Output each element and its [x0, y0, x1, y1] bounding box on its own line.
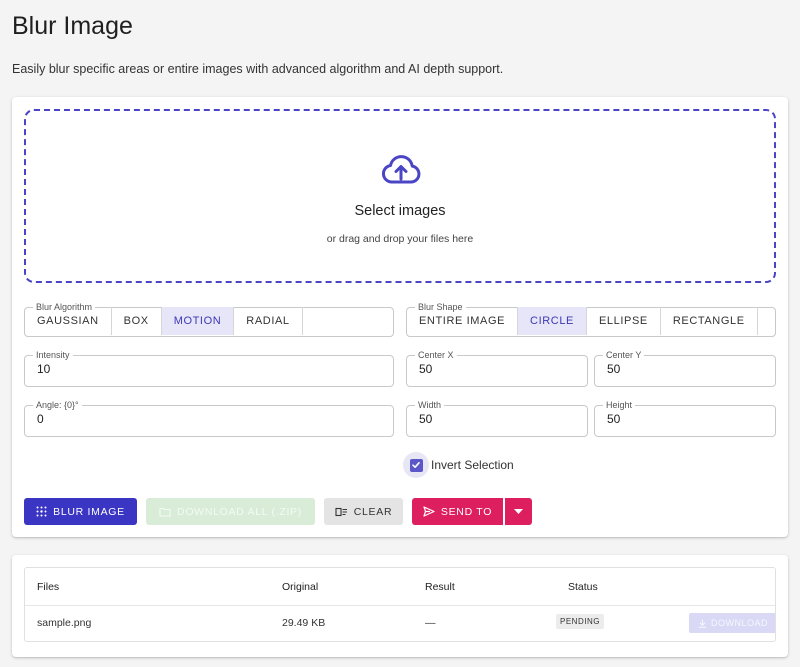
algorithm-option-box[interactable]: BOX: [112, 307, 162, 335]
header-original: Original: [282, 581, 319, 593]
file-name-cell: sample.png: [37, 617, 92, 629]
algorithm-option-radial[interactable]: RADIAL: [234, 307, 303, 335]
width-field[interactable]: Width 50: [406, 401, 588, 437]
height-label: Height: [606, 400, 633, 410]
cloud-upload-icon: [381, 155, 421, 184]
files-card: Files Original Result Status sample.png …: [12, 555, 788, 657]
blur-shape-group: Blur Shape ENTIRE IMAGE CIRCLE ELLIPSE R…: [406, 303, 776, 337]
center-x-value[interactable]: 50: [419, 362, 587, 376]
shape-option-ellipse[interactable]: ELLIPSE: [587, 307, 661, 335]
status-badge: PENDING: [556, 614, 604, 629]
result-cell: —: [425, 617, 436, 629]
settings-card: Select images or drag and drop your file…: [12, 97, 788, 537]
page-subtitle: Easily blur specific areas or entire ima…: [12, 62, 504, 76]
shape-group-spacer: [758, 312, 775, 336]
page-title: Blur Image: [12, 12, 133, 40]
header-status: Status: [568, 581, 598, 593]
angle-label: Angle: {0}°: [36, 400, 79, 410]
algorithm-option-motion[interactable]: MOTION: [161, 307, 235, 335]
algorithm-option-gaussian[interactable]: GAUSSIAN: [25, 307, 112, 335]
intensity-label: Intensity: [36, 350, 70, 360]
width-value[interactable]: 50: [419, 412, 587, 426]
shape-option-circle[interactable]: CIRCLE: [518, 307, 587, 335]
header-result: Result: [425, 581, 455, 593]
clear-label: CLEAR: [353, 505, 393, 518]
send-icon: [423, 506, 435, 517]
shape-option-entire-image[interactable]: ENTIRE IMAGE: [407, 307, 519, 335]
send-to-dropdown-button[interactable]: [505, 498, 532, 525]
blur-algorithm-group: Blur Algorithm GAUSSIAN BOX MOTION RADIA…: [24, 303, 394, 337]
clear-list-icon: [335, 507, 347, 516]
download-all-zip-button[interactable]: DOWNLOAD ALL (.ZIP): [146, 498, 315, 525]
send-to-button[interactable]: SEND TO: [412, 498, 503, 525]
dropzone-title: Select images: [354, 203, 446, 219]
height-value[interactable]: 50: [607, 412, 775, 426]
blur-image-button[interactable]: BLUR IMAGE: [24, 498, 137, 525]
angle-field[interactable]: Angle: {0}° 0: [24, 401, 394, 437]
width-label: Width: [418, 400, 442, 410]
center-y-value[interactable]: 50: [607, 362, 775, 376]
angle-value[interactable]: 0: [37, 412, 393, 426]
center-x-label: Center X: [418, 350, 454, 360]
invert-selection-label: Invert Selection: [431, 458, 514, 472]
height-field[interactable]: Height 50: [594, 401, 776, 437]
original-size-cell: 29.49 KB: [282, 617, 326, 629]
shape-option-rectangle[interactable]: RECTANGLE: [661, 307, 758, 335]
row-download-button[interactable]: DOWNLOAD: [689, 613, 775, 633]
center-x-field[interactable]: Center X 50: [406, 351, 588, 387]
send-to-label: SEND TO: [440, 505, 493, 518]
checkbox-checked-icon: [409, 458, 423, 472]
intensity-field[interactable]: Intensity 10: [24, 351, 394, 387]
image-dropzone[interactable]: Select images or drag and drop your file…: [24, 109, 776, 283]
folder-icon: [159, 507, 171, 517]
clear-button[interactable]: CLEAR: [324, 498, 403, 525]
invert-selection-checkbox[interactable]: Invert Selection: [403, 452, 514, 478]
dropzone-subtitle: or drag and drop your files here: [326, 233, 474, 245]
center-y-field[interactable]: Center Y 50: [594, 351, 776, 387]
files-table: Files Original Result Status sample.png …: [24, 567, 776, 642]
blur-image-label: BLUR IMAGE: [53, 505, 125, 518]
algorithm-group-spacer: [303, 312, 393, 336]
blur-grid-icon: [36, 506, 47, 517]
intensity-value[interactable]: 10: [37, 362, 393, 376]
header-divider: [25, 605, 775, 606]
download-icon: [698, 619, 707, 628]
invert-checkbox-control[interactable]: [403, 452, 429, 478]
row-download-label: DOWNLOAD: [710, 618, 768, 628]
header-files: Files: [37, 581, 60, 593]
center-y-label: Center Y: [606, 350, 642, 360]
caret-down-icon: [514, 509, 523, 514]
download-all-label: DOWNLOAD ALL (.ZIP): [177, 505, 302, 518]
